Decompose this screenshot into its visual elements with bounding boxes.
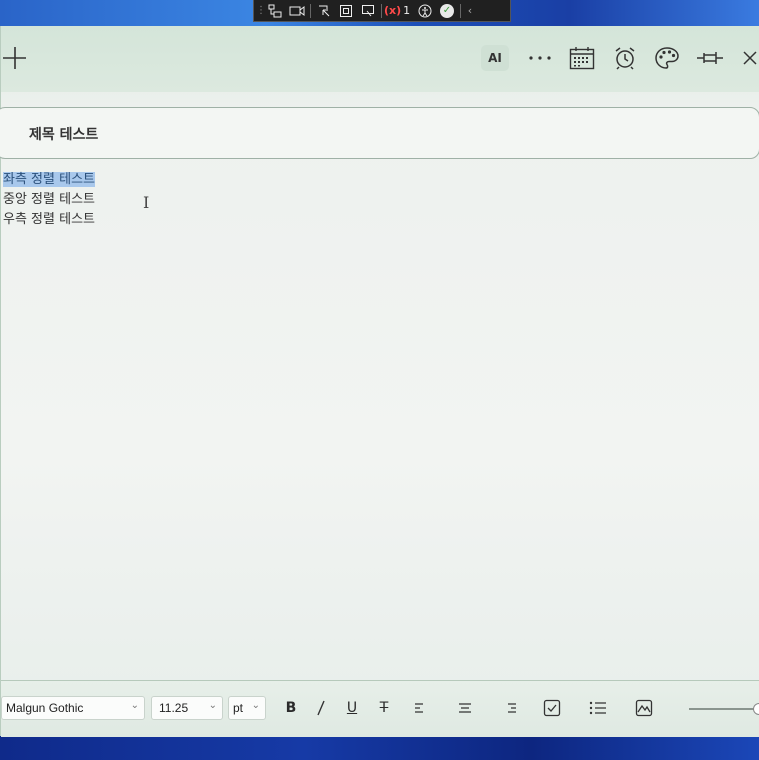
palette-icon [655,47,679,69]
align-left-icon [415,703,423,713]
zoom-slider-thumb[interactable] [753,703,759,715]
collapse-chevron-icon[interactable]: ‹ [463,4,477,17]
debug-toolbar: ⋮ (x) 1 ✓ ‹ [253,0,511,22]
note-title-field[interactable]: 제목 테스트 [0,107,759,159]
ai-button[interactable]: AI [481,45,509,71]
calendar-button[interactable] [568,44,596,72]
close-icon [743,51,757,65]
plus-icon [3,47,26,69]
note-line-1: 중앙 정렬 테스트 [3,192,95,207]
selected-text: 좌측 정렬 테스트 [3,172,95,187]
insert-image-button[interactable] [633,696,655,720]
display-adorners-icon[interactable] [335,2,357,20]
font-unit-value: pt [233,701,244,715]
align-center-button[interactable] [454,696,476,720]
font-size-select[interactable]: 11.25 ⌄ [151,696,223,720]
chevron-down-icon: ⌄ [130,700,139,711]
separator [381,3,382,18]
italic-icon [317,700,325,716]
close-button[interactable] [739,44,759,72]
align-right-button[interactable] [500,696,522,720]
separator [310,3,311,18]
note-title: 제목 테스트 [29,127,99,143]
live-tree-icon[interactable] [264,2,286,20]
binding-errors-indicator[interactable]: (x) 1 [384,4,414,17]
italic-button[interactable] [310,696,332,720]
bullet-list-button[interactable] [587,696,609,720]
select-element-icon[interactable] [313,2,335,20]
bullet-list-icon [589,701,606,715]
bold-button[interactable]: B [280,696,302,720]
pin-button[interactable] [695,44,725,72]
more-icon [529,56,551,60]
reminder-button[interactable] [612,44,638,72]
strikethrough-button[interactable]: T [373,696,395,720]
error-count: 1 [403,4,411,17]
font-unit-select[interactable]: pt ⌄ [228,696,266,720]
track-focus-icon[interactable] [357,2,379,20]
zoom-slider-track[interactable] [689,708,759,710]
align-center-icon [459,703,471,713]
text-cursor-icon: I [143,193,150,212]
add-note-button[interactable] [1,44,29,72]
separator [460,3,461,18]
note-line-0: 좌측 정렬 테스트 [3,170,743,190]
note-titlebar: AI [1,26,759,92]
note-body-editor[interactable]: 좌측 정렬 테스트 중앙 정렬 테스트 우측 정렬 테스트 [3,170,743,230]
checkbox-icon [543,699,561,717]
font-family-value: Malgun Gothic [6,701,84,715]
font-size-value: 11.25 [159,701,189,715]
align-right-icon [508,703,516,713]
underline-button[interactable]: U [341,696,363,720]
chevron-down-icon: ⌄ [208,700,217,711]
more-options-button[interactable] [525,44,555,72]
align-left-button[interactable] [409,696,431,720]
desktop-wallpaper-bottom [0,736,759,760]
chevron-down-icon: ⌄ [251,700,260,711]
calendar-icon [569,47,595,70]
pin-icon [697,52,723,64]
color-button[interactable] [653,44,681,72]
hot-reload-ok-icon[interactable]: ✓ [436,2,458,20]
font-family-select[interactable]: Malgun Gothic ⌄ [1,696,145,720]
error-icon: (x) [384,4,402,17]
accessibility-icon[interactable] [414,2,436,20]
sticky-note-window: AI 제목 테스트 좌측 정렬 테스트 중앙 정렬 테스트 우측 정렬 테스트 … [0,26,759,737]
record-video-icon[interactable] [286,2,308,20]
image-icon [635,699,653,717]
note-line-2: 우측 정렬 테스트 [3,212,95,227]
format-toolbar: Malgun Gothic ⌄ 11.25 ⌄ pt ⌄ B U T [1,680,759,737]
alarm-clock-icon [615,47,635,70]
checkbox-list-button[interactable] [541,696,563,720]
